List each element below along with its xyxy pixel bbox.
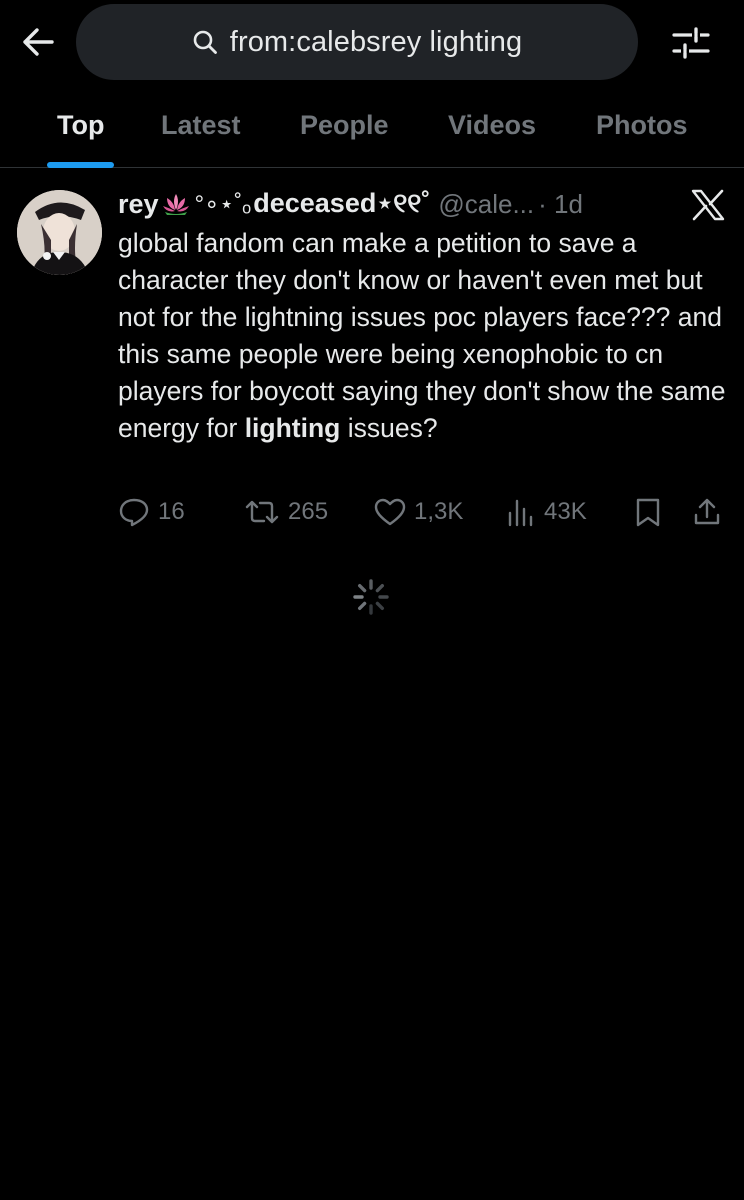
- repost-button[interactable]: 265: [244, 494, 328, 530]
- tweet[interactable]: rey °∘⋆˚ₒ deceased⋆୧୧˚ @cale... · 1d glo…: [0, 169, 744, 549]
- top-bar: from:calebsrey lighting: [0, 0, 744, 86]
- display-name-suffix: deceased⋆୧୧˚: [253, 188, 431, 218]
- tweet-text-end: issues?: [340, 413, 438, 443]
- search-query-text: from:calebsrey lighting: [229, 25, 523, 58]
- loading-spinner-icon: [353, 579, 389, 615]
- tab-people[interactable]: People: [300, 96, 389, 168]
- repost-count: 265: [288, 498, 329, 525]
- tweet-text: global fandom can make a petition to sav…: [118, 225, 728, 447]
- tweet-text-main: global fandom can make a petition to sav…: [118, 228, 726, 443]
- share-icon: [694, 498, 720, 525]
- views-icon: [508, 499, 533, 527]
- tweet-actions: 16 265 1,3K 43K: [118, 494, 730, 530]
- like-button[interactable]: 1,3K: [374, 494, 463, 530]
- search-tabs: Top Latest People Videos Photos: [0, 96, 744, 168]
- repost-icon: [245, 500, 279, 524]
- back-button[interactable]: [18, 22, 58, 62]
- active-tab-indicator: [47, 162, 114, 168]
- bookmark-icon: [636, 498, 660, 527]
- views-button[interactable]: 43K: [506, 494, 587, 530]
- reply-count: 16: [158, 498, 185, 525]
- bookmark-button[interactable]: [634, 494, 670, 530]
- reply-icon: [119, 498, 149, 527]
- reply-button[interactable]: 16: [118, 494, 185, 530]
- tab-top[interactable]: Top: [57, 96, 104, 168]
- timestamp[interactable]: · 1d: [538, 189, 583, 220]
- name-decoration: °∘⋆˚ₒ: [194, 190, 252, 218]
- share-button[interactable]: [692, 494, 730, 530]
- tab-videos[interactable]: Videos: [448, 96, 536, 168]
- avatar[interactable]: [17, 190, 102, 275]
- filter-icon: [672, 27, 710, 59]
- lotus-emoji-icon: [161, 192, 191, 216]
- like-count: 1,3K: [414, 498, 464, 525]
- search-input[interactable]: from:calebsrey lighting: [76, 4, 638, 80]
- tweet-header: rey °∘⋆˚ₒ deceased⋆୧୧˚ @cale... · 1d: [118, 187, 638, 221]
- filter-button[interactable]: [668, 22, 714, 64]
- handle[interactable]: @cale...: [438, 189, 534, 220]
- view-count: 43K: [544, 498, 587, 525]
- tab-latest[interactable]: Latest: [161, 96, 241, 168]
- search-icon: [192, 28, 220, 56]
- display-name[interactable]: rey: [118, 189, 159, 220]
- tab-photos[interactable]: Photos: [596, 96, 688, 168]
- like-icon: [374, 498, 406, 526]
- back-arrow-icon: [23, 28, 54, 56]
- x-logo-icon: [688, 185, 728, 225]
- tweet-text-highlight: lighting: [244, 413, 341, 443]
